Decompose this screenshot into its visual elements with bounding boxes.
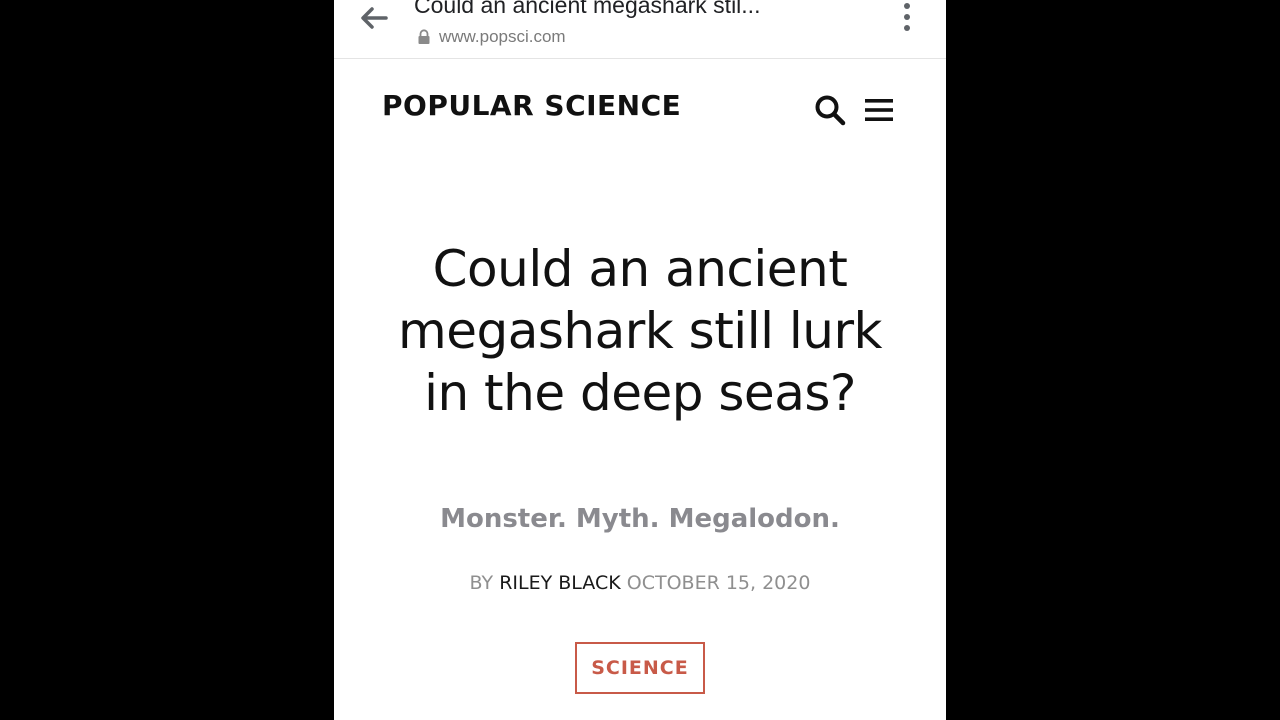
category-tag-label: SCIENCE (591, 657, 689, 679)
arrow-left-icon (361, 7, 388, 29)
category-tag-button[interactable]: SCIENCE (575, 642, 705, 694)
site-logo[interactable]: POPULAR SCIENCE (382, 89, 681, 122)
hamburger-icon (865, 99, 893, 121)
site-menu-button[interactable] (862, 93, 896, 127)
back-button[interactable] (352, 2, 394, 34)
search-button[interactable] (812, 93, 848, 127)
byline-prefix: BY (469, 572, 494, 594)
phone-screen: Could an ancient megashark stil... www.p… (334, 0, 946, 720)
tab-title: Could an ancient megashark stil... (414, 0, 761, 18)
browser-menu-button[interactable] (896, 2, 918, 32)
browser-toolbar: Could an ancient megashark stil... www.p… (334, 0, 946, 59)
article-title: Could an ancient megashark still lurk in… (398, 240, 882, 422)
site-header: POPULAR SCIENCE (334, 59, 946, 159)
lock-icon (418, 29, 430, 44)
author-link[interactable]: RILEY BLACK (499, 572, 621, 594)
byline: BY RILEY BLACK OCTOBER 15, 2020 (364, 572, 916, 594)
url-text[interactable]: www.popsci.com (439, 27, 566, 47)
url-row: www.popsci.com (417, 26, 566, 48)
article-subheadline: Monster. Myth. Megalodon. (440, 504, 840, 534)
more-vertical-icon (904, 3, 910, 31)
search-icon (815, 95, 846, 126)
publish-date: OCTOBER 15, 2020 (626, 572, 811, 594)
